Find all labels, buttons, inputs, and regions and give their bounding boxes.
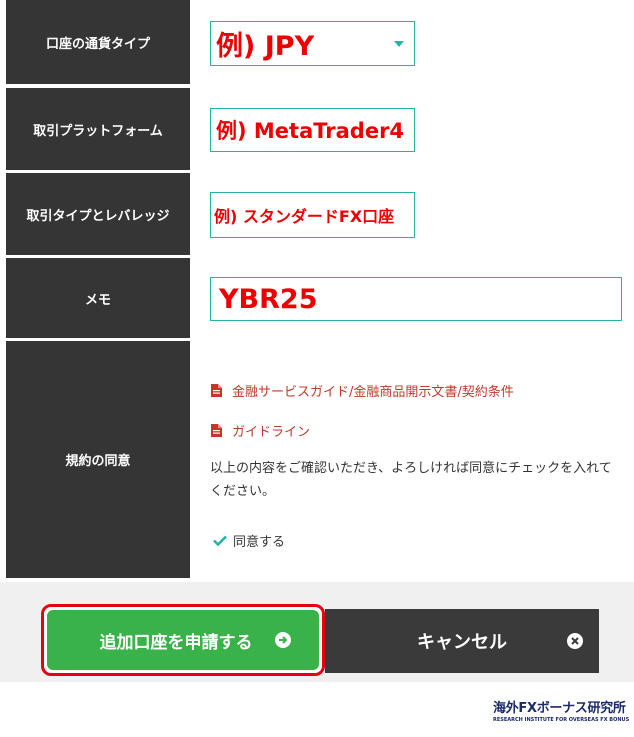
- document-icon: [211, 384, 222, 397]
- consent-instructions: 以上の内容をご確認いただき、よろしければ同意にチェックを入れてください。: [210, 461, 612, 499]
- row-platform: 取引プラットフォーム 例) MetaTrader4: [6, 88, 634, 170]
- watermark-sub: RESEARCH INSTITUTE FOR OVERSEAS FX BONUS: [493, 717, 630, 723]
- agree-checkbox-label: 同意する: [233, 535, 286, 550]
- action-bar: 追加口座を申請する キャンセル: [0, 582, 634, 682]
- platform-select-value: 例) MetaTrader4: [216, 119, 405, 143]
- type-leverage-select[interactable]: 例) スタンダードFX口座: [210, 192, 415, 238]
- row-agreement: 規約の同意 金融サービスガイド/金融商品開示文書/契約条件 ガイドライン 以上の…: [6, 341, 634, 578]
- link-guidelines[interactable]: ガイドライン: [211, 421, 310, 440]
- cell-memo: YBR25: [190, 258, 634, 338]
- cell-currency: 例) JPY: [190, 0, 634, 84]
- cell-type-leverage: 例) スタンダードFX口座: [190, 173, 634, 255]
- row-type-leverage: 取引タイプとレバレッジ 例) スタンダードFX口座: [6, 173, 634, 255]
- label-type-leverage: 取引タイプとレバレッジ: [6, 173, 190, 255]
- apply-button-label: 追加口座を申請する: [99, 632, 253, 653]
- memo-input[interactable]: YBR25: [210, 277, 622, 321]
- label-platform: 取引プラットフォーム: [6, 88, 190, 170]
- row-memo: メモ YBR25: [6, 258, 634, 338]
- watermark-main: 海外FXボーナス研究所: [493, 701, 626, 716]
- document-icon: [211, 424, 222, 437]
- platform-select[interactable]: 例) MetaTrader4: [210, 108, 415, 152]
- memo-input-value: YBR25: [219, 283, 318, 315]
- apply-button[interactable]: 追加口座を申請する: [41, 604, 325, 676]
- link-financial-services-guide-label: 金融サービスガイド/金融商品開示文書/契約条件: [232, 385, 514, 400]
- type-leverage-select-value: 例) スタンダードFX口座: [214, 207, 395, 226]
- apply-button-body[interactable]: 追加口座を申請する: [47, 610, 319, 670]
- checkmark-icon: [213, 535, 227, 546]
- row-currency: 口座の通貨タイプ 例) JPY: [6, 0, 634, 84]
- cancel-button-label: キャンセル: [417, 632, 507, 653]
- link-financial-services-guide[interactable]: 金融サービスガイド/金融商品開示文書/契約条件: [211, 381, 514, 400]
- label-agreement: 規約の同意: [6, 341, 190, 578]
- cell-platform: 例) MetaTrader4: [190, 88, 634, 170]
- link-guidelines-label: ガイドライン: [232, 425, 311, 440]
- cancel-button[interactable]: キャンセル: [325, 609, 599, 673]
- watermark-logo: 海外FXボーナス研究所 RESEARCH INSTITUTE FOR OVERS…: [493, 697, 630, 723]
- currency-select-value: 例) JPY: [216, 31, 315, 62]
- cell-agreement: 金融サービスガイド/金融商品開示文書/契約条件 ガイドライン 以上の内容をご確認…: [190, 341, 634, 578]
- agree-checkbox[interactable]: 同意する: [213, 531, 285, 550]
- label-currency: 口座の通貨タイプ: [6, 0, 190, 84]
- currency-select[interactable]: 例) JPY: [210, 21, 415, 66]
- arrow-right-circle-icon: [274, 632, 291, 648]
- close-circle-icon: [567, 633, 583, 649]
- label-memo: メモ: [6, 258, 190, 338]
- chevron-down-icon: [394, 41, 404, 47]
